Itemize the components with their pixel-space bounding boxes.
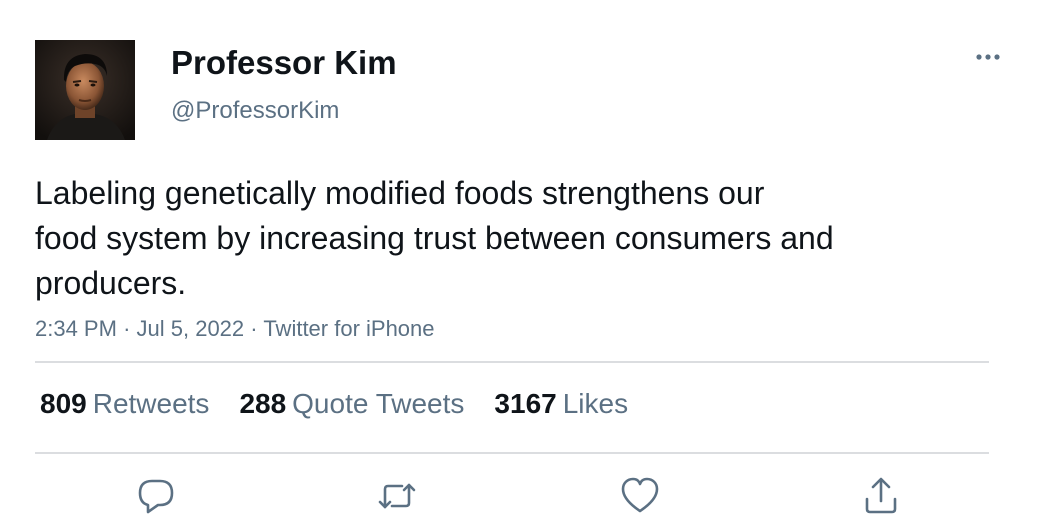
quote-tweets-label: Quote Tweets (292, 388, 465, 419)
tweet-text: Labeling genetically modified foods stre… (35, 175, 834, 301)
retweets-count: 809 (40, 388, 87, 419)
retweets-label: Retweets (92, 388, 210, 419)
quote-tweets-stat[interactable]: 288 Quote Tweets (239, 386, 464, 422)
more-horizontal-icon (976, 54, 1000, 60)
profile-photo (35, 40, 135, 140)
tweet-stats: 809 Retweets 288 Quote Tweets 3167 Likes (40, 386, 658, 422)
heart-icon (621, 477, 659, 513)
share-icon (865, 477, 897, 514)
display-name[interactable]: Professor Kim (171, 44, 397, 82)
retweet-icon (378, 483, 416, 509)
share-button[interactable] (859, 474, 903, 518)
likes-label: Likes (562, 388, 629, 419)
tweet-date[interactable]: Jul 5, 2022 (137, 316, 245, 341)
like-button[interactable] (618, 474, 662, 518)
divider (35, 452, 989, 454)
quote-tweets-count: 288 (239, 388, 287, 419)
likes-count: 3167 (494, 388, 557, 419)
tweet-metadata: 2:34 PM · Jul 5, 2022 · Twitter for iPho… (35, 314, 435, 344)
more-options-button[interactable] (968, 44, 1008, 70)
user-handle[interactable]: @ProfessorKim (171, 96, 339, 126)
divider (35, 361, 989, 363)
likes-stat[interactable]: 3167 Likes (494, 386, 628, 422)
retweets-stat[interactable]: 809 Retweets (40, 386, 209, 422)
avatar[interactable] (35, 40, 135, 140)
reply-button[interactable] (134, 474, 178, 518)
tweet-time[interactable]: 2:34 PM (35, 316, 117, 341)
tweet-source[interactable]: Twitter for iPhone (263, 316, 434, 341)
reply-icon (138, 479, 174, 514)
meta-separator: · (250, 316, 258, 341)
meta-separator: · (123, 316, 131, 341)
retweet-button[interactable] (375, 474, 419, 518)
